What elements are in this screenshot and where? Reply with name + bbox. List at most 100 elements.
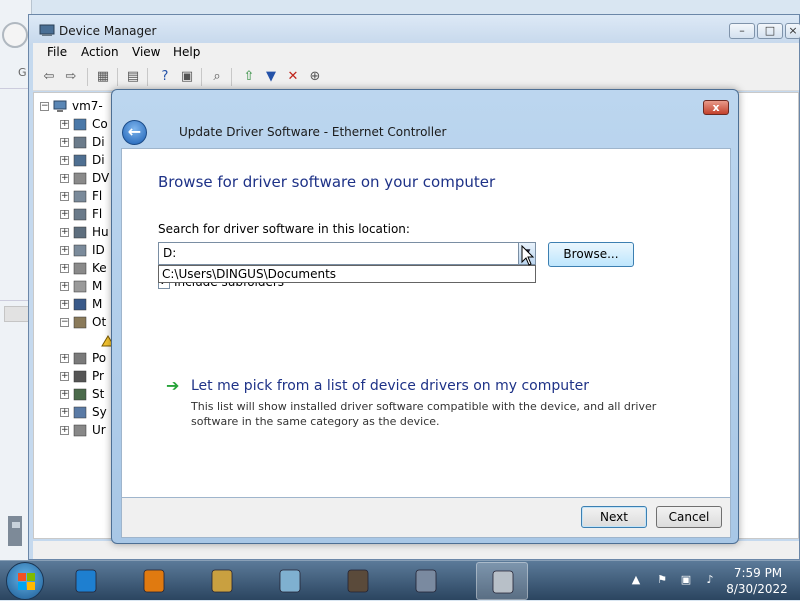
pick-from-list-link[interactable]: Let me pick from a list of device driver…	[191, 378, 589, 394]
other-devices-icon	[73, 316, 87, 329]
disable-device-icon[interactable]: ▼	[263, 69, 279, 85]
menu-view[interactable]: View	[132, 45, 160, 59]
collapse-icon[interactable]: −	[40, 102, 49, 111]
expand-icon[interactable]: +	[60, 282, 69, 291]
partial-button[interactable]	[4, 306, 30, 322]
view-icon[interactable]: ▣	[179, 69, 195, 85]
tree-item-label: Di	[92, 135, 105, 149]
device-manager-icon	[39, 24, 55, 36]
menu-help[interactable]: Help	[173, 45, 200, 59]
help-icon[interactable]: ?	[157, 69, 173, 85]
tree-item-label: Ot	[92, 315, 107, 329]
human-interface-icon	[73, 226, 87, 239]
control-panel-icon	[415, 569, 437, 593]
tree-root-label: vm7-	[72, 99, 103, 113]
windows-logo-icon	[27, 573, 35, 581]
properties-icon[interactable]: ▤	[125, 69, 141, 85]
expand-icon[interactable]: +	[60, 156, 69, 165]
show-hidden-icons-icon[interactable]: ▲	[628, 572, 644, 588]
toolbar-separator	[147, 68, 148, 86]
tool-icon[interactable]	[4, 512, 28, 552]
expand-icon[interactable]: +	[60, 300, 69, 309]
taskbar-app-button[interactable]	[400, 562, 452, 600]
expand-icon[interactable]: +	[60, 354, 69, 363]
taskbar-app-button[interactable]	[60, 562, 112, 600]
processor-icon	[73, 370, 87, 383]
update-driver-icon[interactable]: ⇧	[241, 69, 257, 85]
menu-action[interactable]: Action	[81, 45, 119, 59]
back-button-icon[interactable]	[2, 22, 28, 48]
window-title: Device Manager	[59, 24, 157, 38]
dvd-drive-icon	[73, 172, 87, 185]
uninstall-icon[interactable]: ✕	[285, 69, 301, 85]
clock-date[interactable]: 8/30/2022	[722, 582, 792, 596]
title-bar[interactable]: Device Manager – □ ×	[29, 15, 800, 45]
windows-logo-icon	[18, 573, 26, 581]
expand-icon[interactable]: +	[60, 174, 69, 183]
disk-drive-icon	[73, 136, 87, 149]
close-button[interactable]: ×	[785, 23, 800, 39]
expand-icon[interactable]: +	[60, 246, 69, 255]
network-icon[interactable]: ▣	[678, 572, 694, 588]
show-hide-tree-icon[interactable]: ▦	[95, 69, 111, 85]
start-button[interactable]	[6, 562, 44, 600]
expand-icon[interactable]: +	[60, 210, 69, 219]
taskbar-app-button[interactable]	[128, 562, 180, 600]
expand-icon[interactable]: +	[60, 228, 69, 237]
update-driver-dialog: x ← Update Driver Software - Ethernet Co…	[111, 89, 739, 544]
autocomplete-item[interactable]: C:\Users\DINGUS\Documents	[162, 267, 336, 281]
forward-arrow-icon[interactable]: ⇨	[63, 69, 79, 85]
usb-icon	[73, 424, 87, 437]
expand-icon[interactable]: +	[60, 408, 69, 417]
files-icon	[211, 569, 233, 593]
tree-item-label: Di	[92, 153, 105, 167]
expand-icon[interactable]: +	[60, 138, 69, 147]
dialog-close-button[interactable]: x	[703, 100, 729, 115]
internet-explorer-icon	[75, 569, 97, 593]
action-center-icon[interactable]: ⚑	[654, 572, 670, 588]
maximize-button[interactable]: □	[757, 23, 783, 39]
tree-item-label: Ke	[92, 261, 107, 275]
toolbar-separator	[231, 68, 232, 86]
windows-logo-icon	[18, 582, 26, 590]
expand-icon[interactable]: +	[60, 390, 69, 399]
taskbar-app-button[interactable]	[332, 562, 384, 600]
next-button[interactable]: Next	[581, 506, 647, 528]
dialog-back-button[interactable]: ←	[122, 120, 147, 145]
back-arrow-icon[interactable]: ⇦	[41, 69, 57, 85]
minimize-button[interactable]: –	[729, 23, 755, 39]
expand-icon[interactable]: +	[60, 192, 69, 201]
mouse-cursor-icon	[521, 245, 535, 266]
scan-hardware-icon[interactable]: ⌕	[209, 69, 225, 85]
floppy-controller-icon	[73, 190, 87, 203]
browse-button[interactable]: Browse...	[548, 242, 634, 267]
ide-controller-icon	[73, 244, 87, 257]
volume-icon[interactable]: ♪	[702, 572, 718, 588]
keyboard-icon	[73, 262, 87, 275]
toolbar-separator	[201, 68, 202, 86]
collapse-icon[interactable]: −	[60, 318, 69, 327]
computer-icon	[53, 100, 67, 112]
taskbar-app-button[interactable]	[476, 562, 528, 600]
tree-item-label: Hu	[92, 225, 109, 239]
clock-time[interactable]: 7:59 PM	[730, 566, 786, 580]
expand-icon[interactable]: +	[60, 426, 69, 435]
taskbar-app-button[interactable]	[196, 562, 248, 600]
expand-icon[interactable]: +	[60, 120, 69, 129]
path-combobox[interactable]: D: ▼	[158, 242, 536, 265]
raccoon-app-icon	[347, 569, 369, 593]
expand-icon[interactable]: +	[60, 264, 69, 273]
expand-icon[interactable]: +	[60, 372, 69, 381]
ports-icon	[73, 352, 87, 365]
computer-icon	[73, 118, 87, 131]
dialog-content: Browse for driver software on your compu…	[121, 148, 731, 498]
display-adapter-icon	[73, 154, 87, 167]
path-input[interactable]: D:	[163, 246, 513, 260]
cancel-button[interactable]: Cancel	[656, 506, 722, 528]
menu-bar: File Action View Help	[33, 43, 799, 63]
tree-item-label: St	[92, 387, 105, 401]
taskbar-app-button[interactable]	[264, 562, 316, 600]
tree-item-label: Pr	[92, 369, 104, 383]
enable-device-icon[interactable]: ⊕	[307, 69, 323, 85]
menu-file[interactable]: File	[47, 45, 67, 59]
